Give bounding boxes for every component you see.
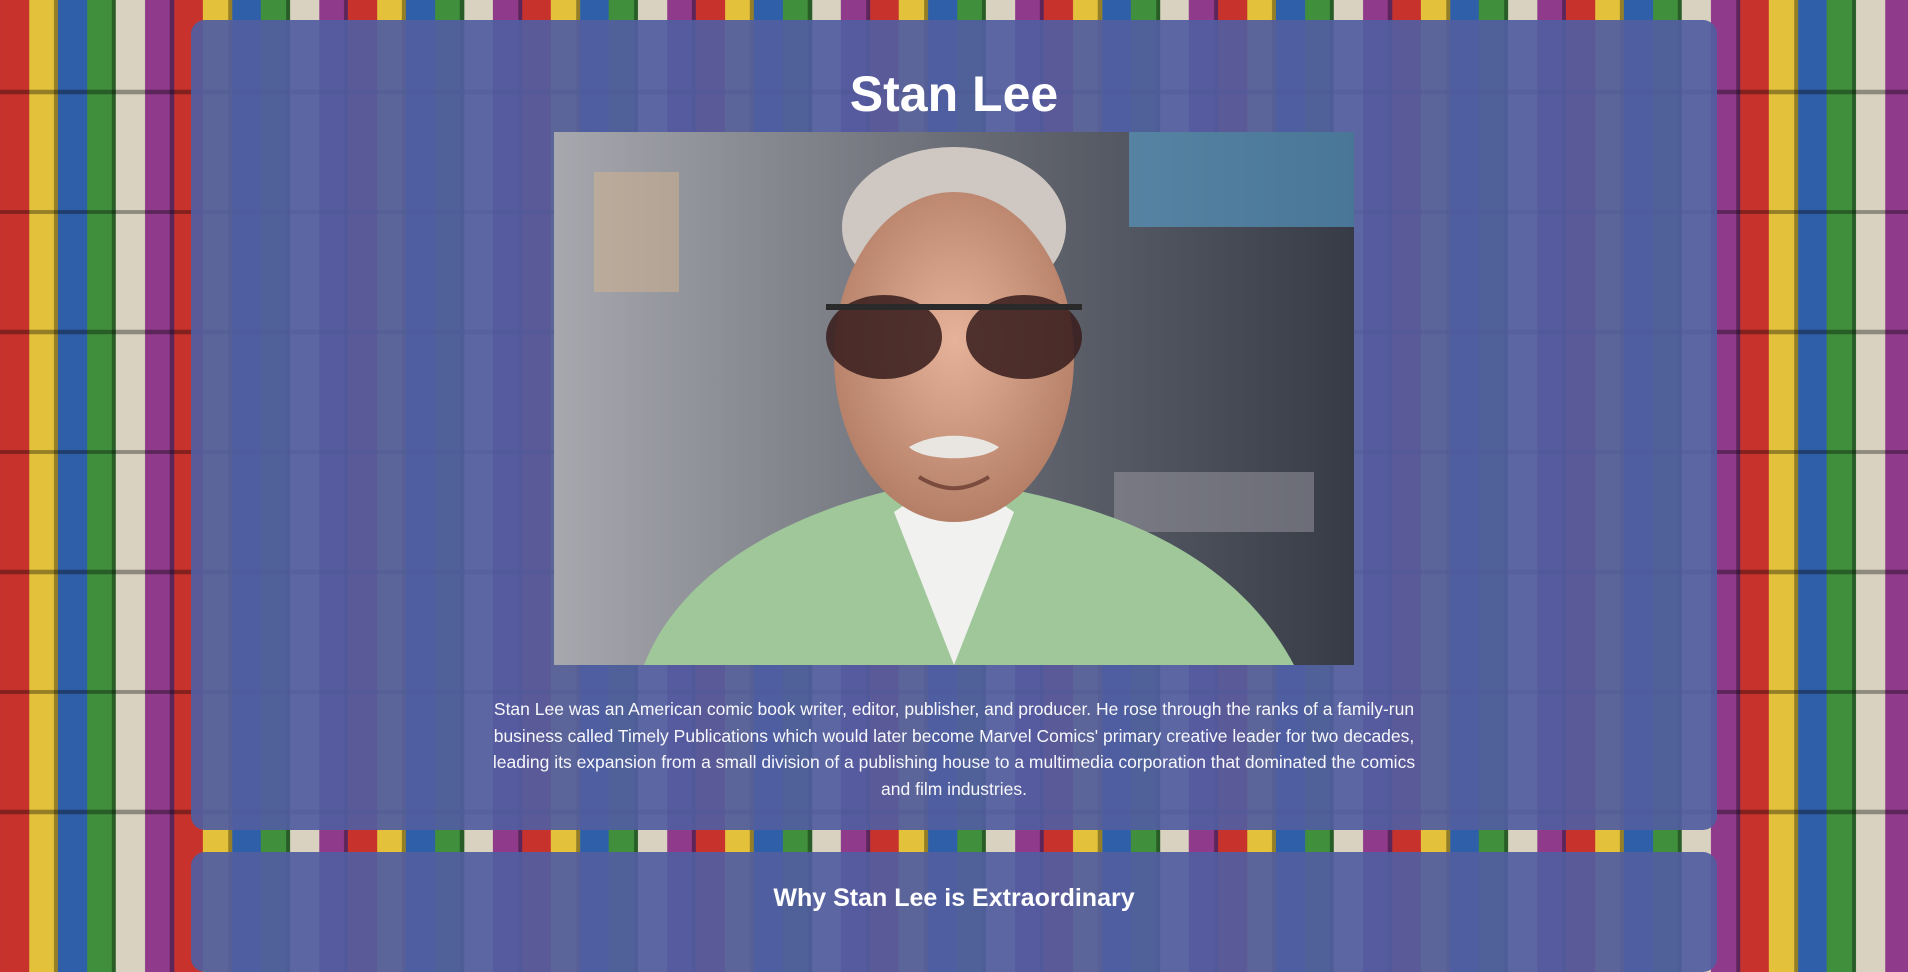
bio-paragraph: Stan Lee was an American comic book writ…	[492, 699, 1416, 799]
profile-photo	[554, 132, 1354, 665]
section-heading-why: Why Stan Lee is Extraordinary	[773, 884, 1135, 912]
hero-card: Stan Lee Stan Lee was an American comic …	[191, 20, 1717, 830]
portrait-illustration	[554, 132, 1354, 665]
why-section-card: Why Stan Lee is Extraordinary	[191, 852, 1717, 972]
page-title: Stan Lee	[849, 66, 1059, 122]
